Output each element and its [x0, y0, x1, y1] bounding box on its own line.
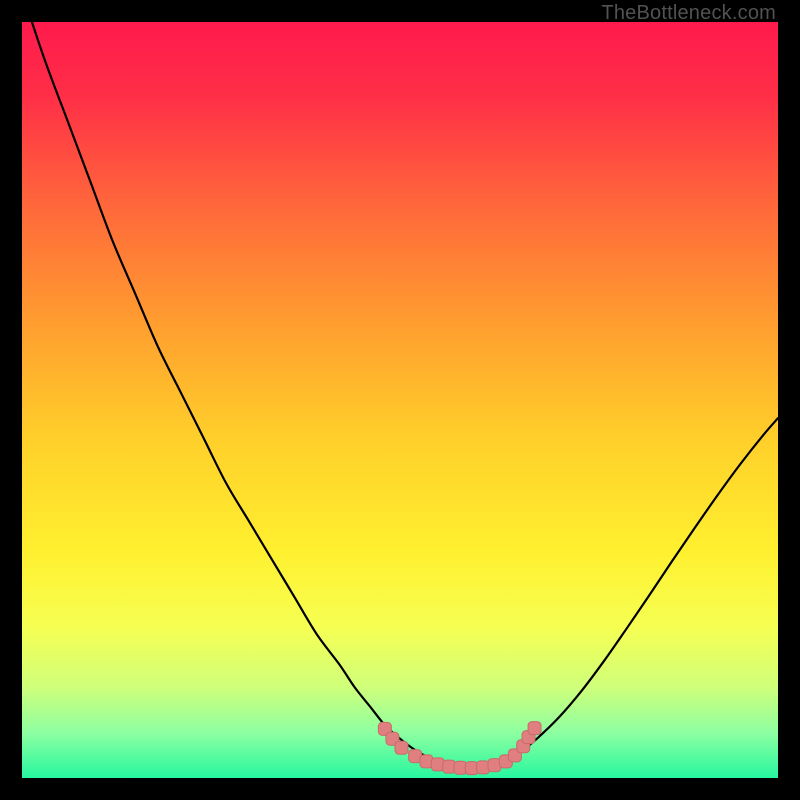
- watermark-text: TheBottleneck.com: [601, 2, 776, 25]
- bottleneck-curve: [22, 22, 778, 768]
- curve-marker: [528, 722, 541, 735]
- curve-marker: [395, 741, 408, 754]
- chart-frame: TheBottleneck.com: [0, 0, 800, 800]
- curve-layer: [22, 22, 778, 778]
- curve-markers: [378, 722, 541, 775]
- plot-area: [22, 22, 778, 778]
